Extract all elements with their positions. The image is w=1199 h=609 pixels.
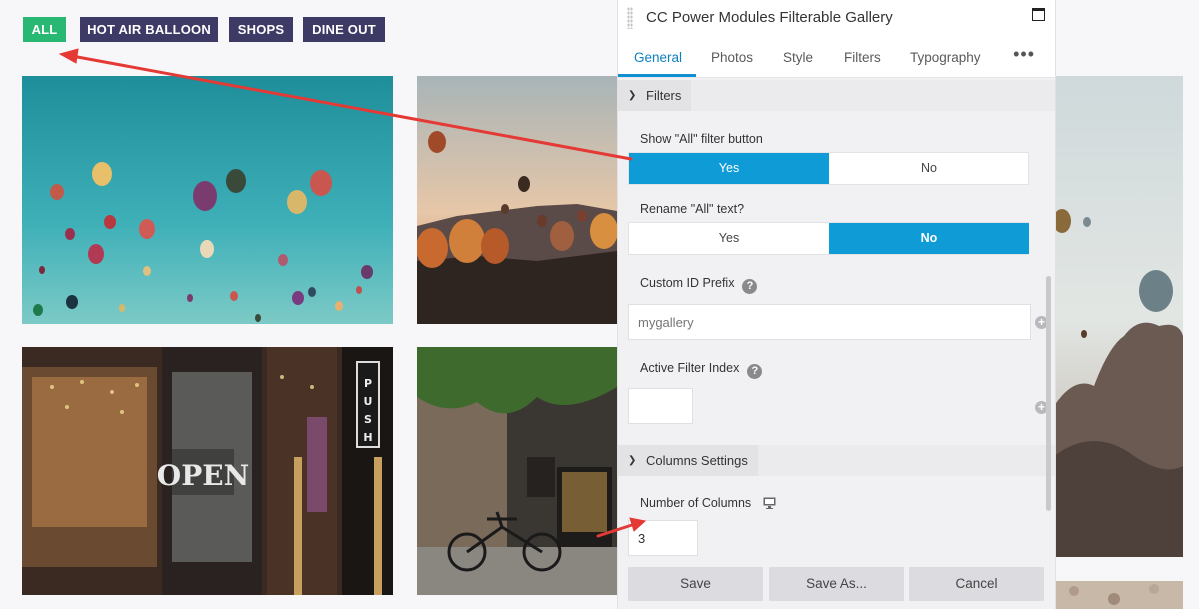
tab-photos[interactable]: Photos — [711, 50, 753, 65]
number-of-columns-input[interactable] — [628, 520, 698, 556]
filter-button-all[interactable]: ALL — [23, 17, 66, 42]
custom-id-prefix-label: Custom ID Prefix? — [640, 276, 758, 294]
filters-section-title: Filters — [646, 88, 682, 103]
gallery-image-bakery-bicycle[interactable] — [417, 347, 617, 595]
svg-text:H: H — [363, 431, 372, 444]
active-filter-index-text: Active Filter Index — [640, 361, 740, 375]
svg-text:OPEN: OPEN — [157, 459, 249, 492]
number-of-columns-label: Number of Columns — [640, 496, 776, 510]
drag-handle-icon[interactable] — [627, 7, 633, 29]
gallery-image-shop-open-sign[interactable]: OPEN P U S H — [22, 347, 393, 595]
panel-titlebar[interactable]: CC Power Modules Filterable Gallery — [618, 0, 1055, 36]
filters-section-header[interactable]: ❯ Filters — [618, 80, 691, 111]
rename-all-no-option[interactable]: No — [829, 223, 1029, 254]
tab-filters[interactable]: Filters — [844, 50, 881, 65]
save-as-button[interactable]: Save As... — [769, 567, 904, 601]
show-all-toggle: Yes No — [628, 152, 1029, 185]
svg-text:U: U — [364, 395, 373, 408]
help-icon[interactable]: ? — [742, 279, 758, 294]
module-settings-panel: CC Power Modules Filterable Gallery Gene… — [617, 0, 1056, 609]
panel-tabs: General Photos Style Filters Typography … — [618, 36, 1055, 78]
custom-id-prefix-text: Custom ID Prefix — [640, 276, 735, 290]
save-button[interactable]: Save — [628, 567, 763, 601]
show-all-no-option[interactable]: No — [829, 153, 1029, 184]
gallery-image-balloon-rocks[interactable] — [1054, 76, 1183, 557]
help-icon[interactable]: ? — [747, 364, 763, 379]
rename-all-label: Rename "All" text? — [640, 202, 745, 216]
custom-id-prefix-input[interactable] — [628, 304, 1031, 340]
gallery-image-balloons-sky[interactable] — [22, 76, 393, 324]
columns-section-header[interactable]: ❯ Columns Settings — [618, 445, 758, 476]
rename-all-toggle: Yes No — [628, 222, 1029, 255]
chevron-down-icon: ❯ — [628, 90, 637, 101]
tab-general[interactable]: General — [634, 50, 682, 65]
filter-button-shops[interactable]: SHOPS — [229, 17, 293, 42]
columns-section-title: Columns Settings — [646, 453, 748, 468]
rename-all-yes-option[interactable]: Yes — [629, 223, 829, 254]
active-filter-index-label: Active Filter Index? — [640, 361, 763, 379]
cancel-button[interactable]: Cancel — [909, 567, 1044, 601]
svg-text:S: S — [364, 413, 372, 426]
more-tabs-icon[interactable]: ••• — [1013, 44, 1035, 65]
number-of-columns-text: Number of Columns — [640, 496, 752, 510]
panel-title: CC Power Modules Filterable Gallery — [646, 9, 893, 26]
gallery-image-balloons-sunset[interactable] — [417, 76, 617, 324]
filter-button-hot-air-balloon[interactable]: HOT AIR BALLOON — [80, 17, 218, 42]
active-filter-index-input[interactable] — [628, 388, 693, 424]
svg-text:P: P — [364, 377, 372, 390]
panel-scrollbar[interactable] — [1046, 276, 1051, 511]
desktop-monitor-icon[interactable] — [763, 497, 776, 509]
show-all-label: Show "All" filter button — [640, 132, 763, 146]
chevron-down-icon: ❯ — [628, 455, 637, 466]
filter-button-dine-out[interactable]: DINE OUT — [303, 17, 385, 42]
arrowhead-icon — [58, 48, 79, 64]
tab-style[interactable]: Style — [783, 50, 813, 65]
maximize-icon[interactable] — [1032, 8, 1045, 21]
active-tab-indicator — [618, 74, 696, 77]
tab-typography[interactable]: Typography — [910, 50, 981, 65]
show-all-yes-option[interactable]: Yes — [629, 153, 829, 184]
gallery-image-partial-bottom[interactable] — [1054, 581, 1183, 609]
